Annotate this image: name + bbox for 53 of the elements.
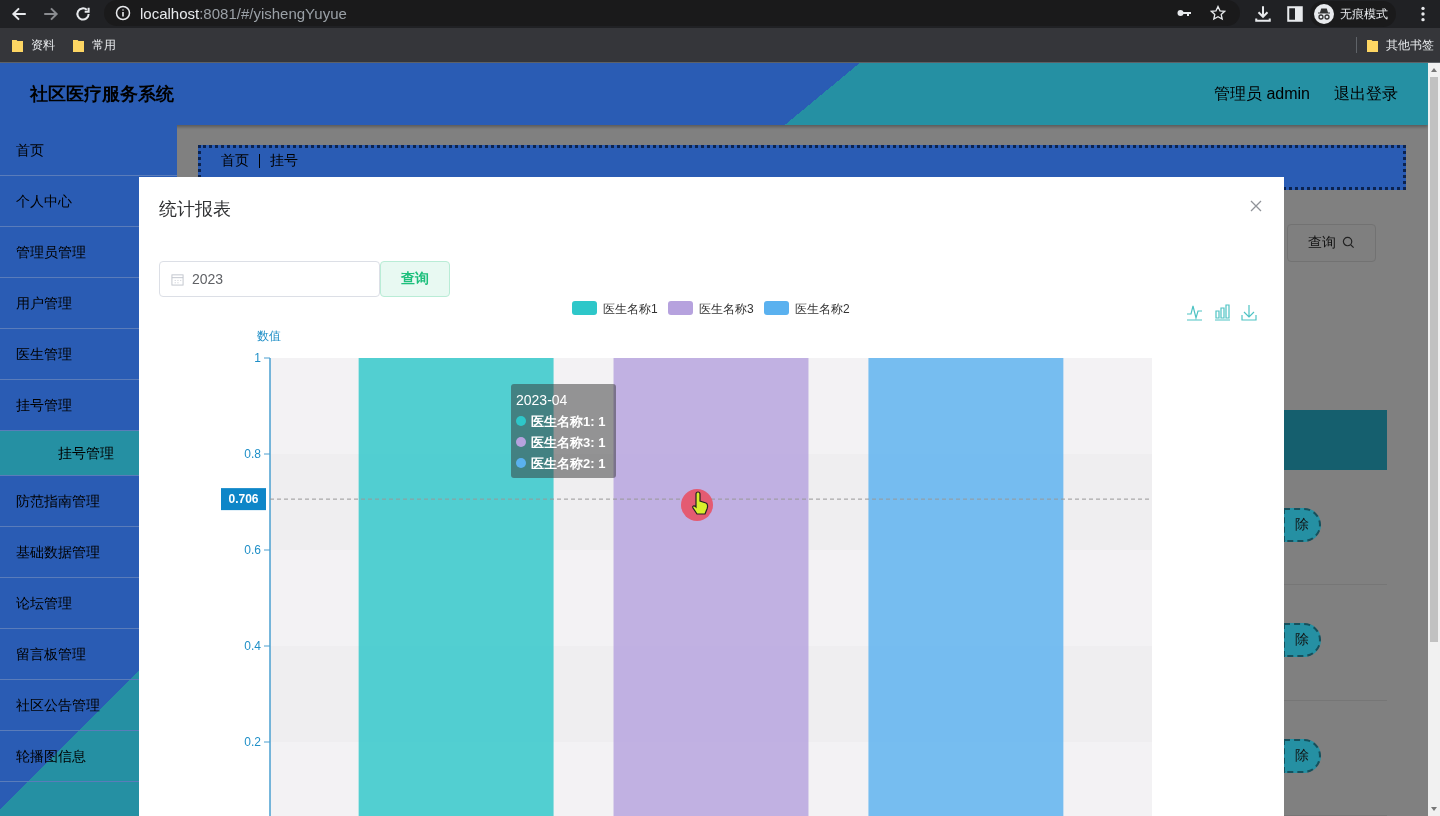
user-label: 管理员 admin bbox=[1213, 83, 1310, 104]
date-field[interactable]: 2023 bbox=[159, 261, 380, 297]
tooltip-dot bbox=[516, 458, 526, 468]
tooltip-dot bbox=[516, 416, 526, 426]
bookmark-folder[interactable]: 常用 bbox=[73, 36, 116, 54]
y-tick-label: 0.8 bbox=[244, 447, 261, 461]
y-tick-label: 1 bbox=[254, 351, 261, 365]
sidebar-item[interactable]: 首页 bbox=[0, 125, 177, 176]
click-cursor-icon bbox=[681, 489, 713, 521]
y-tick-label: 0.2 bbox=[244, 735, 261, 749]
delete-button[interactable]: 除 bbox=[1283, 507, 1321, 542]
app-title: 社区医疗服务系统 bbox=[30, 83, 174, 106]
profile-chip[interactable]: 无痕模式 bbox=[1310, 1, 1396, 27]
tooltip-row: 医生名称1: 1 bbox=[531, 414, 606, 429]
info-icon[interactable] bbox=[115, 5, 131, 21]
side-panel-icon[interactable] bbox=[1286, 5, 1304, 23]
delete-button[interactable]: 除 bbox=[1283, 738, 1321, 773]
y-tick-label: 0.4 bbox=[244, 639, 261, 653]
legend-swatch[interactable] bbox=[668, 301, 693, 315]
tooltip-row: 医生名称3: 1 bbox=[531, 435, 606, 450]
bookmark-folder[interactable]: 其他书签 bbox=[1367, 36, 1434, 54]
tooltip-title: 2023-04 bbox=[516, 392, 568, 408]
reload-icon[interactable] bbox=[74, 5, 92, 23]
folder-icon bbox=[12, 38, 23, 52]
tooltip-row: 医生名称2: 1 bbox=[531, 456, 606, 471]
back-icon[interactable] bbox=[10, 5, 28, 23]
star-icon[interactable] bbox=[1210, 5, 1226, 21]
line-chart-icon[interactable] bbox=[1186, 305, 1203, 321]
forward-icon[interactable] bbox=[42, 5, 60, 23]
address-bar[interactable]: localhost:8081/#/yishengYuyue bbox=[104, 0, 1240, 26]
y-tick-label: 0.6 bbox=[244, 543, 261, 557]
legend-label[interactable]: 医生名称2 bbox=[795, 302, 850, 316]
folder-icon bbox=[73, 38, 84, 52]
scrollbar[interactable] bbox=[1428, 63, 1440, 816]
calendar-icon bbox=[171, 272, 184, 286]
legend-label[interactable]: 医生名称3 bbox=[699, 302, 754, 316]
axis-title: 数值 bbox=[257, 329, 281, 343]
incognito-icon bbox=[1314, 4, 1334, 24]
search-button[interactable]: 查询 bbox=[1287, 223, 1376, 262]
legend-label[interactable]: 医生名称1 bbox=[603, 302, 658, 316]
pointer-label-box bbox=[221, 488, 266, 511]
logout-link[interactable]: 退出登录 bbox=[1334, 83, 1398, 105]
pointer-label: 0.706 bbox=[228, 492, 259, 507]
bookmark-folder[interactable]: 资料 bbox=[12, 36, 55, 54]
breadcrumb-item[interactable]: 挂号 bbox=[270, 152, 298, 171]
legend-swatch[interactable] bbox=[572, 301, 597, 315]
folder-icon bbox=[1367, 38, 1378, 52]
search-icon bbox=[1342, 236, 1355, 250]
breadcrumb-item[interactable]: 首页 bbox=[221, 152, 249, 171]
close-icon[interactable] bbox=[1250, 200, 1262, 212]
legend-swatch[interactable] bbox=[764, 301, 789, 315]
tooltip-dot bbox=[516, 437, 526, 447]
delete-button[interactable]: 除 bbox=[1283, 623, 1321, 658]
